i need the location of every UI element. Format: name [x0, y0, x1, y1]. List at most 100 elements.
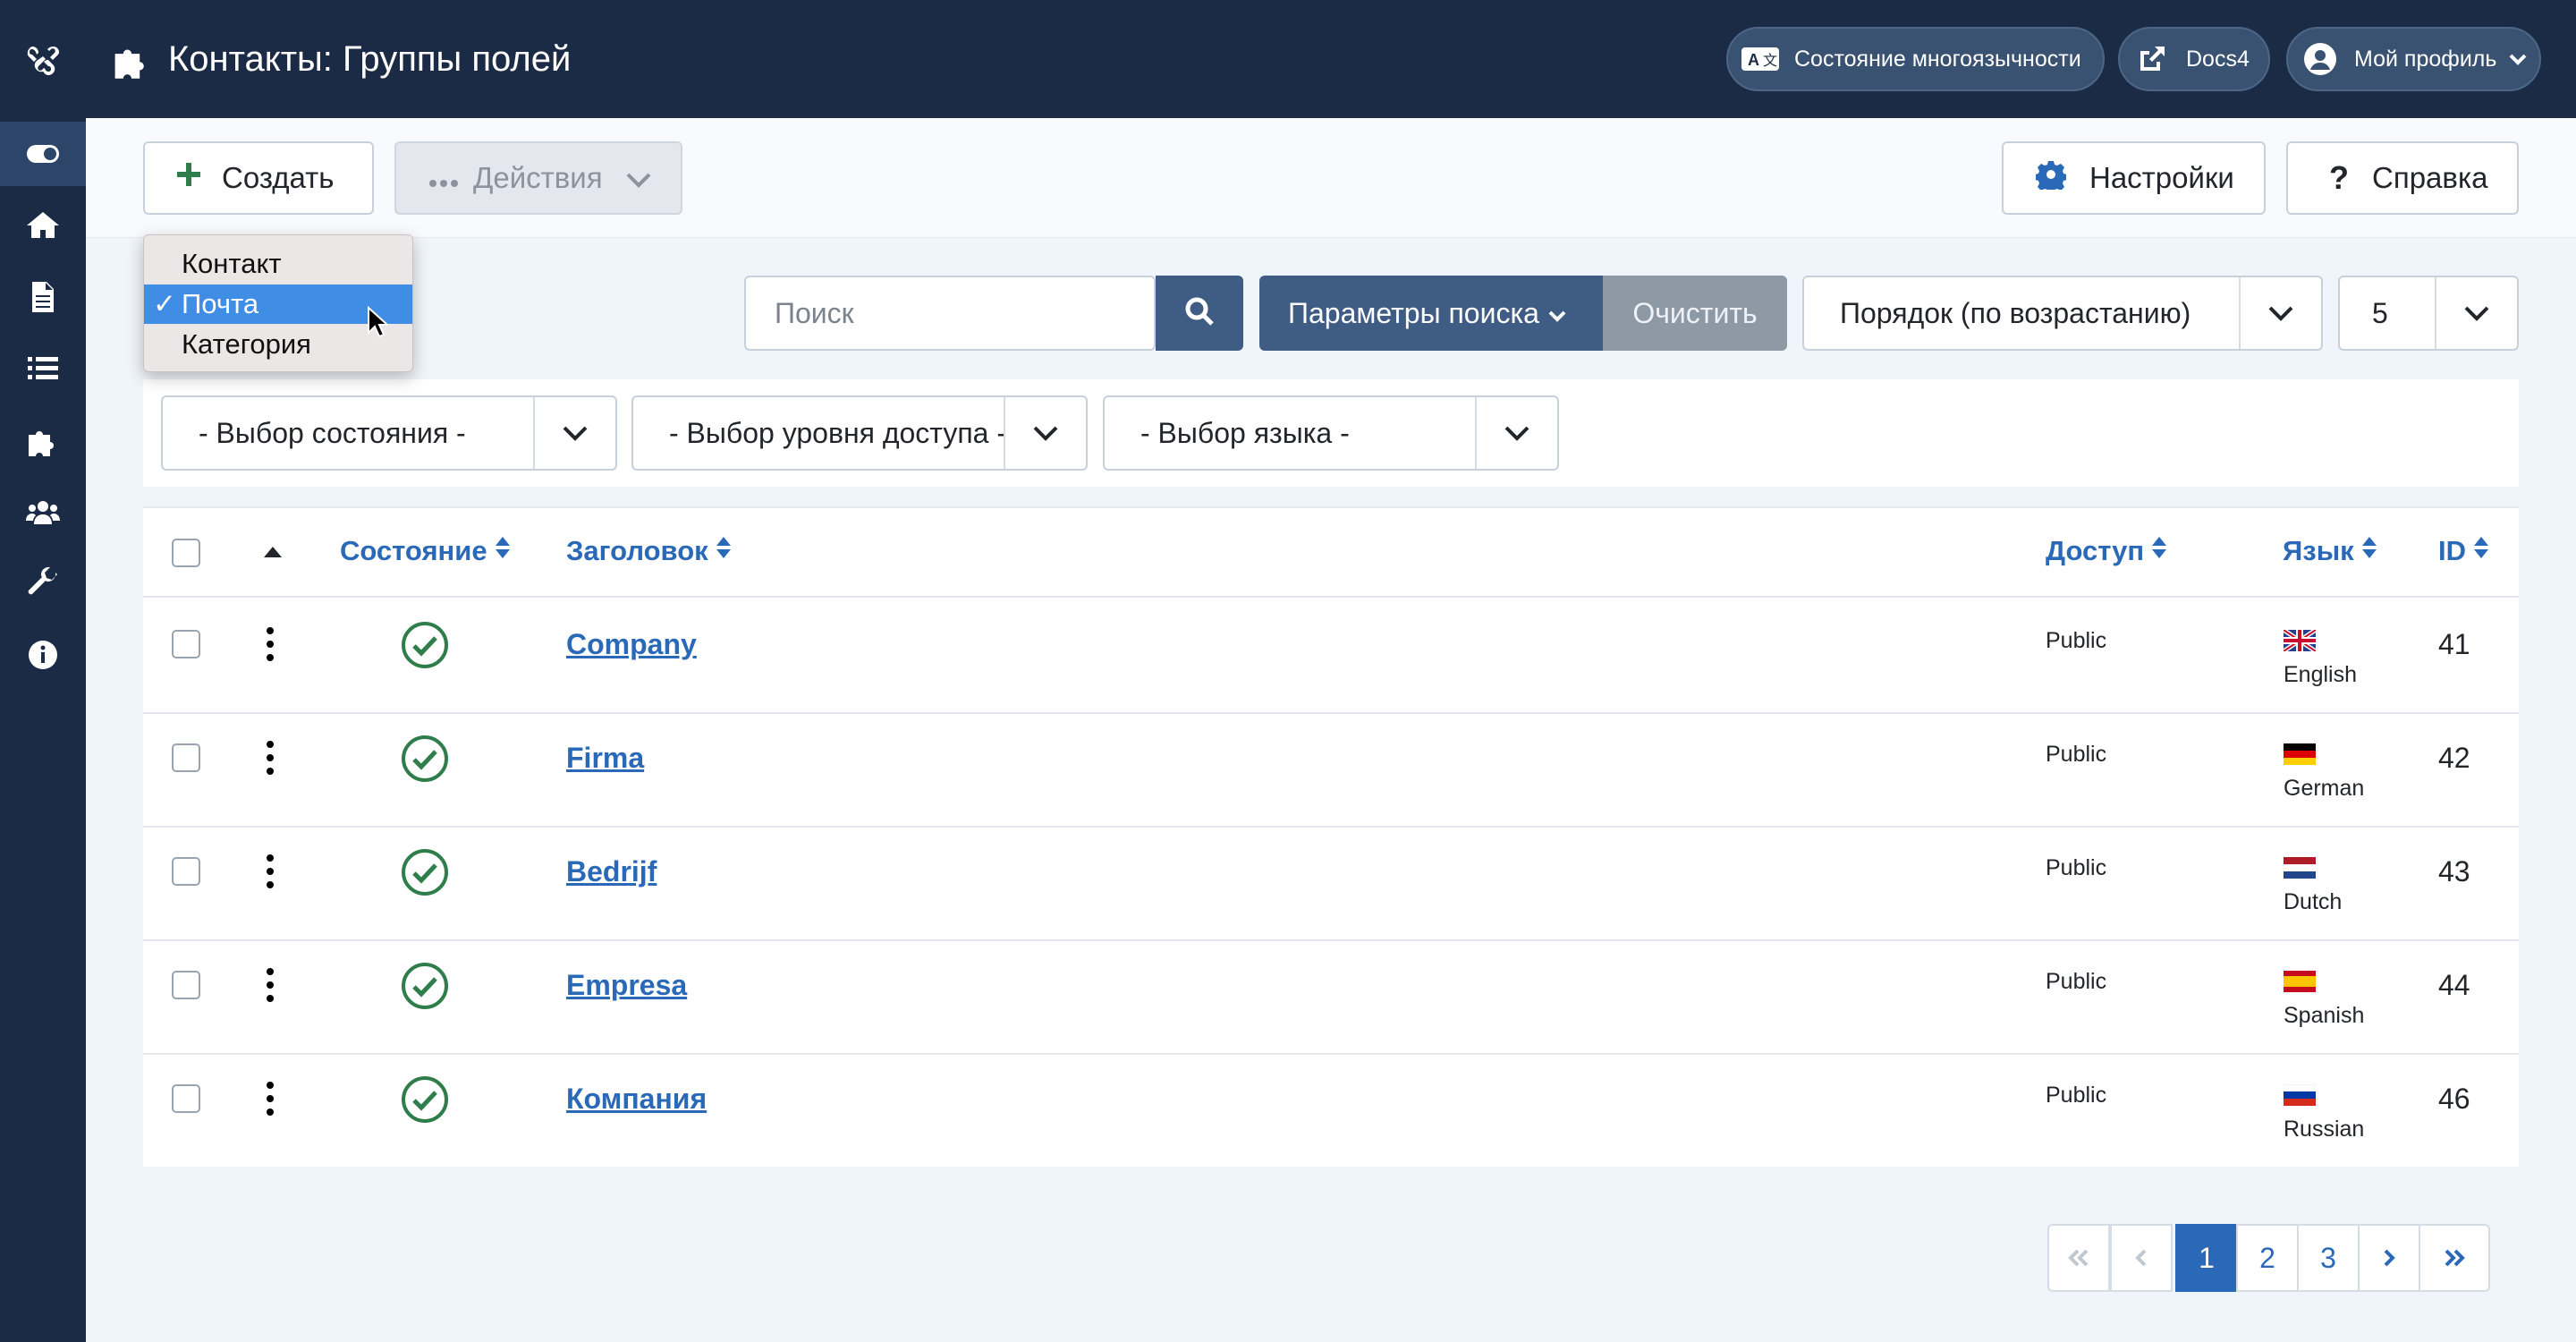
- column-title[interactable]: Заголовок: [566, 535, 732, 567]
- row-checkbox[interactable]: [172, 630, 200, 658]
- published-check-icon[interactable]: [401, 735, 449, 783]
- actions-button[interactable]: Действия: [394, 141, 682, 215]
- create-button[interactable]: Создать: [143, 141, 374, 215]
- column-id-label: ID: [2438, 535, 2466, 566]
- users-icon[interactable]: [21, 490, 64, 533]
- svg-text:文: 文: [1763, 52, 1777, 69]
- pagination-page-2[interactable]: 2: [2236, 1224, 2299, 1292]
- published-check-icon[interactable]: [401, 1075, 449, 1124]
- chevron-left-icon: [2135, 1249, 2147, 1267]
- state-filter-value: - Выбор состояния -: [199, 416, 466, 449]
- language-filter-select[interactable]: - Выбор языка -: [1103, 395, 1559, 471]
- docs-link-button[interactable]: Docs4: [2118, 27, 2270, 91]
- row-language: Spanish: [2284, 1003, 2365, 1028]
- ellipsis-icon: [428, 161, 459, 195]
- row-access: Public: [2046, 628, 2107, 653]
- drag-handle-icon[interactable]: [266, 626, 275, 662]
- pagination-prev[interactable]: [2110, 1224, 2173, 1292]
- search-icon: [1184, 296, 1215, 331]
- sidebar: [0, 0, 86, 1342]
- chevron-down-icon: [626, 161, 651, 195]
- menus-icon[interactable]: [21, 347, 64, 390]
- components-icon[interactable]: [21, 419, 64, 462]
- row-language: German: [2284, 776, 2365, 801]
- question-icon: ?: [2329, 159, 2349, 196]
- search-button[interactable]: [1156, 276, 1243, 351]
- sort-icon: [716, 535, 732, 567]
- drag-handle-icon[interactable]: [266, 967, 275, 1003]
- home-icon[interactable]: [21, 204, 64, 247]
- options-button[interactable]: Настройки: [2002, 141, 2266, 215]
- flag-es-icon: [2284, 971, 2316, 992]
- row-title-link[interactable]: Bedrijf: [566, 855, 657, 888]
- actions-label: Действия: [473, 161, 603, 194]
- joomla-logo-icon[interactable]: [21, 38, 64, 81]
- drag-handle-icon[interactable]: [266, 854, 275, 889]
- dropdown-option-contact[interactable]: Контакт: [144, 244, 412, 284]
- help-button[interactable]: ? Справка: [2286, 141, 2519, 215]
- double-chevron-right-icon: [2445, 1249, 2465, 1267]
- row-title-link[interactable]: Company: [566, 628, 697, 661]
- row-id: 44: [2438, 969, 2470, 1001]
- row-checkbox[interactable]: [172, 1084, 200, 1113]
- access-filter-select[interactable]: - Выбор уровня доступа -: [631, 395, 1088, 471]
- row-id: 41: [2438, 628, 2470, 660]
- row-checkbox[interactable]: [172, 743, 200, 772]
- chevron-down-icon: [1548, 297, 1566, 330]
- content-icon[interactable]: [21, 276, 64, 319]
- row-title-link[interactable]: Firma: [566, 742, 644, 775]
- published-check-icon[interactable]: [401, 848, 449, 896]
- published-check-icon[interactable]: [401, 621, 449, 669]
- state-filter-select[interactable]: - Выбор состояния -: [161, 395, 617, 471]
- sort-icon: [2361, 535, 2377, 567]
- language-icon: A文: [1741, 39, 1780, 79]
- dropdown-option-mail-label: Почта: [182, 288, 259, 319]
- search-options-button[interactable]: Параметры поиска: [1259, 276, 1603, 351]
- clear-button[interactable]: Очистить: [1603, 276, 1787, 351]
- search-input[interactable]: Поиск: [744, 276, 1156, 351]
- ordering-sort-icon[interactable]: [263, 546, 283, 563]
- drag-handle-icon[interactable]: [266, 740, 275, 776]
- row-access: Public: [2046, 855, 2107, 880]
- row-language: Russian: [2284, 1117, 2365, 1142]
- page-title: Контакты: Группы полей: [168, 39, 572, 79]
- context-dropdown: Контакт ✓ Почта Категория: [143, 234, 413, 372]
- pagination-page-1[interactable]: 1: [2175, 1224, 2238, 1292]
- row-access: Public: [2046, 742, 2107, 767]
- row-id: 43: [2438, 855, 2470, 888]
- ordering-select[interactable]: Порядок (по возрастанию): [1802, 276, 2323, 351]
- row-divider: [143, 1053, 2519, 1055]
- drag-handle-icon[interactable]: [266, 1081, 275, 1117]
- row-checkbox[interactable]: [172, 857, 200, 886]
- row-language: Dutch: [2284, 889, 2343, 914]
- mouse-cursor-icon: [367, 305, 390, 343]
- docs-label: Docs4: [2186, 46, 2250, 72]
- pagination-page-3[interactable]: 3: [2297, 1224, 2360, 1292]
- column-id[interactable]: ID: [2438, 535, 2489, 567]
- fields-table: [143, 506, 2519, 1167]
- column-access[interactable]: Доступ: [2046, 535, 2167, 567]
- row-access: Public: [2046, 1083, 2107, 1108]
- sort-icon: [495, 535, 511, 567]
- limit-select[interactable]: 5: [2338, 276, 2519, 351]
- row-checkbox[interactable]: [172, 971, 200, 999]
- user-avatar-icon: [2301, 39, 2340, 79]
- published-check-icon[interactable]: [401, 962, 449, 1010]
- info-icon[interactable]: [21, 633, 64, 676]
- pagination-next[interactable]: [2358, 1224, 2420, 1292]
- chevron-down-icon: [1475, 397, 1557, 469]
- pagination-last[interactable]: [2419, 1224, 2490, 1292]
- row-title-link[interactable]: Компания: [566, 1083, 707, 1116]
- multilang-status-button[interactable]: A文 Состояние многоязычности: [1726, 27, 2105, 91]
- row-divider: [143, 712, 2519, 714]
- row-title-link[interactable]: Empresa: [566, 969, 687, 1002]
- column-state[interactable]: Состояние: [340, 535, 511, 567]
- pagination-first[interactable]: [2047, 1224, 2110, 1292]
- gear-icon: [2035, 159, 2067, 197]
- toggle-menu-icon[interactable]: [21, 132, 64, 175]
- column-language[interactable]: Язык: [2283, 535, 2377, 567]
- access-filter-value: - Выбор уровня доступа -: [669, 416, 1006, 449]
- profile-menu-button[interactable]: Мой профиль: [2286, 27, 2541, 91]
- system-wrench-icon[interactable]: [21, 562, 64, 605]
- select-all-checkbox[interactable]: [172, 539, 200, 567]
